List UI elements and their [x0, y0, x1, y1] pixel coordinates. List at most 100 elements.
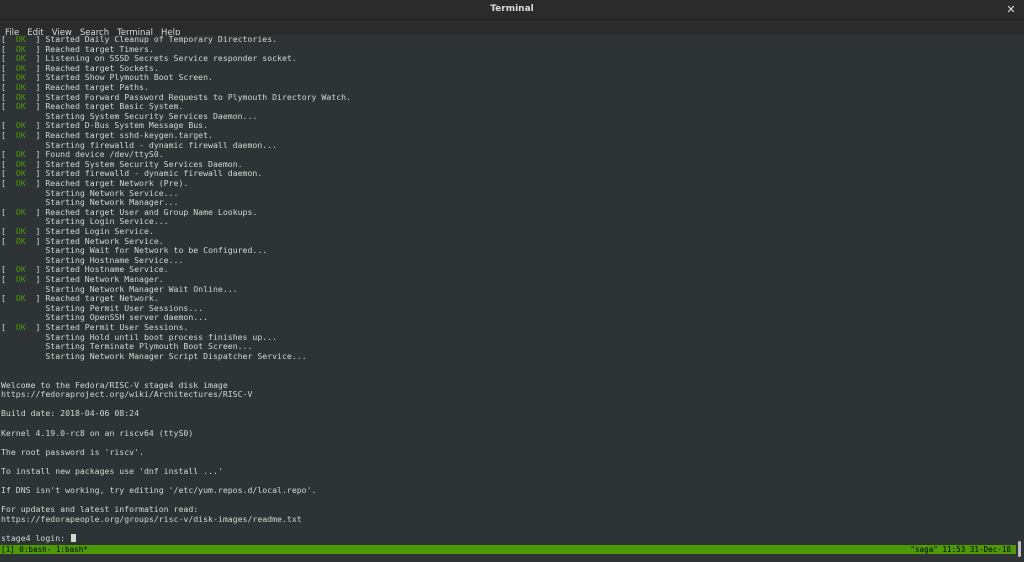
log-message: Reached target Network (Pre). — [45, 178, 189, 188]
status-bracket-close: ] — [25, 43, 46, 54]
ok-status: OK — [15, 82, 26, 92]
welcome-line: To install new packages use 'dnf install… — [1, 466, 223, 476]
log-message: Reached target Timers. — [45, 43, 154, 54]
status-bracket-open: [ — [1, 62, 16, 73]
status-bracket-close: ] — [25, 226, 46, 236]
status-indent — [1, 188, 45, 198]
ok-status: OK — [15, 53, 26, 64]
status-bracket-open: [ — [1, 168, 16, 179]
log-message: Reached target Basic System. — [45, 101, 184, 112]
log-message: Reached target Network. — [45, 293, 159, 304]
status-bracket-open: [ — [1, 264, 16, 275]
log-message: Reached target Sockets. — [45, 62, 159, 73]
log-message: Starting Network Service... — [45, 187, 179, 198]
status-bracket-close: ] — [25, 149, 46, 160]
close-icon[interactable]: ✕ — [1004, 0, 1018, 19]
status-indent — [1, 140, 45, 150]
log-message: Starting firewalld - dynamic firewall da… — [45, 139, 278, 150]
tmux-status-bar: [1] 0:bash- 1:bash* "saga" 11:53 31-Dec-… — [0, 545, 1016, 554]
status-bracket-open: [ — [1, 178, 16, 188]
log-message: Starting Network Manager... — [45, 197, 179, 208]
log-message: Started Hostname Service. — [45, 264, 169, 275]
window-title: Terminal — [490, 4, 534, 14]
log-message: Starting Hostname Service... — [45, 254, 184, 265]
status-bracket-close: ] — [25, 72, 46, 83]
tmux-window-list: [1] 0:bash- 1:bash* — [1, 545, 88, 554]
status-bracket-close: ] — [25, 178, 46, 188]
status-bracket-close: ] — [25, 264, 46, 275]
status-bracket-open: [ — [1, 91, 16, 102]
status-indent — [1, 245, 45, 255]
status-indent — [1, 303, 45, 313]
log-message: Started Forward Password Requests to Ply… — [45, 91, 351, 102]
status-bracket-open: [ — [1, 130, 16, 140]
status-bracket-open: [ — [1, 101, 16, 112]
status-indent — [1, 216, 45, 226]
log-message: Started Network Service. — [45, 235, 164, 246]
status-bracket-open: [ — [1, 235, 16, 246]
ok-status: OK — [15, 149, 26, 160]
login-prompt-text: stage4 login: — [1, 533, 71, 544]
log-message: Starting Terminate Plymouth Boot Screen.… — [45, 341, 253, 352]
ok-status: OK — [15, 274, 26, 284]
ok-status: OK — [15, 101, 26, 112]
log-message: Starting Hold until boot process finishe… — [45, 331, 278, 342]
terminal-line: Starting Network Manager Script Dispatch… — [1, 351, 306, 362]
status-bracket-open: [ — [1, 206, 16, 217]
ok-status: OK — [15, 62, 26, 73]
welcome-line: https://fedoraproject.org/wiki/Architect… — [1, 389, 253, 400]
log-message: Started Network Manager. — [45, 274, 164, 284]
ok-status: OK — [15, 91, 26, 102]
log-message: Reached target User and Group Name Looku… — [45, 206, 258, 217]
ok-status: OK — [15, 322, 26, 332]
ok-status: OK — [15, 120, 26, 131]
log-message: Listening on SSSD Secrets Service respon… — [45, 53, 297, 64]
status-bracket-close: ] — [25, 206, 46, 217]
status-indent — [1, 341, 45, 351]
log-message: Starting Network Manager Wait Online... — [45, 283, 238, 294]
status-bracket-open: [ — [1, 274, 16, 284]
terminal-output[interactable]: [ OK ] Started Daily Cleanup of Temporar… — [0, 35, 1016, 562]
ok-status: OK — [15, 293, 26, 304]
ok-status: OK — [15, 158, 26, 169]
ok-status: OK — [15, 264, 26, 275]
ok-status: OK — [15, 235, 26, 246]
scrollbar-thumb[interactable] — [1018, 541, 1021, 557]
status-indent — [1, 312, 45, 322]
status-indent — [1, 255, 45, 265]
status-bracket-close: ] — [25, 120, 46, 131]
status-bracket-close: ] — [25, 62, 46, 73]
status-bracket-close: ] — [25, 293, 46, 304]
log-message: Started Permit User Sessions. — [45, 322, 189, 332]
status-bracket-close: ] — [25, 158, 46, 169]
window-titlebar[interactable]: Terminal ✕ — [0, 0, 1024, 20]
log-message: Starting Permit User Sessions... — [45, 302, 204, 313]
log-message: Started Login Service. — [45, 226, 154, 236]
status-bracket-close: ] — [25, 274, 46, 284]
status-bracket-close: ] — [25, 101, 46, 112]
ok-status: OK — [15, 130, 26, 140]
welcome-line: If DNS isn't working, try editing '/etc/… — [1, 485, 317, 496]
login-prompt[interactable]: stage4 login: — [1, 533, 77, 544]
log-message: Found device /dev/ttyS0. — [45, 149, 164, 160]
log-message: Starting Login Service... — [45, 216, 169, 227]
ok-status: OK — [15, 43, 26, 54]
status-indent — [1, 284, 45, 294]
status-bracket-close: ] — [25, 130, 46, 140]
log-message: Started System Security Services Daemon. — [45, 158, 243, 169]
status-bracket-open: [ — [1, 120, 16, 131]
ok-status: OK — [15, 168, 26, 179]
terminal-scrollbar[interactable] — [1016, 35, 1024, 562]
log-message: Started D-Bus System Message Bus. — [45, 120, 209, 131]
log-message: Started Show Plymouth Boot Screen. — [45, 72, 213, 83]
welcome-line: The root password is 'riscv'. — [1, 446, 144, 457]
status-bracket-close: ] — [25, 168, 46, 179]
status-bracket-close: ] — [25, 91, 46, 102]
status-indent — [1, 197, 45, 207]
welcome-line: Kernel 4.19.0-rc8 on an riscv64 (ttyS0) — [1, 427, 194, 438]
log-message: Starting OpenSSH server daemon... — [45, 312, 209, 323]
log-message: Started firewalld - dynamic firewall dae… — [45, 168, 263, 179]
status-bracket-open: [ — [1, 149, 16, 160]
status-bracket-open: [ — [1, 158, 16, 169]
status-indent — [1, 111, 45, 121]
